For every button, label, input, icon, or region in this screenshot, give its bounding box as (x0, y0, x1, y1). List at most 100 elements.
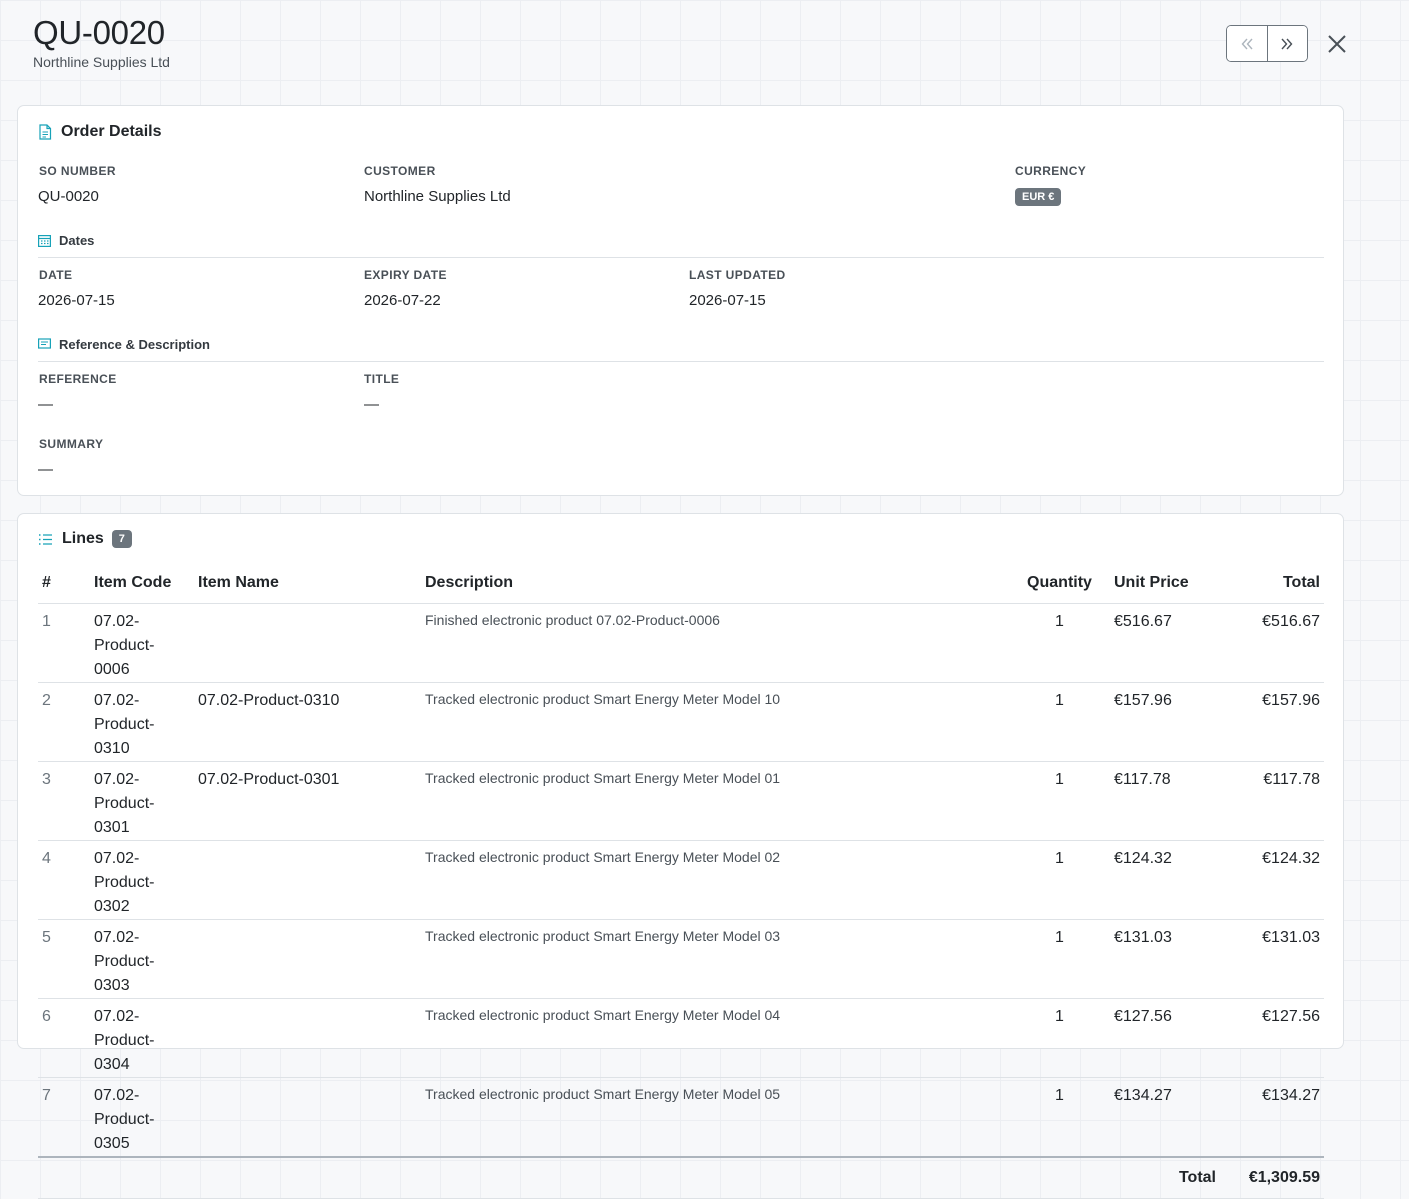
row-number: 6 (38, 998, 90, 1078)
row-item-name (194, 840, 421, 920)
order-details-label: Order Details (61, 123, 162, 140)
lines-table: # Item Code Item Name Description Quanti… (38, 570, 1324, 1199)
column-header-item-name[interactable]: Item Name (194, 570, 421, 604)
lines-card: Lines 7 # Item Code Item Name Descriptio… (17, 513, 1344, 1199)
row-item-name: 07.02-Product-0310 (194, 682, 421, 762)
row-item-code: 07.02- Product-0302 (90, 840, 194, 920)
row-total: €516.67 (1220, 603, 1324, 683)
row-quantity: 1 (1009, 682, 1110, 762)
row-item-code: 07.02- Product-0303 (90, 919, 194, 999)
row-quantity: 1 (1009, 840, 1110, 920)
lines-title: Lines 7 (38, 530, 132, 548)
page-subtitle: Northline Supplies Ltd (33, 54, 170, 70)
table-row[interactable]: 5 07.02- Product-0303 Tracked electronic pr… (38, 919, 1324, 999)
row-number: 4 (38, 840, 90, 920)
table-total-row: Total €1,309.59 (38, 1157, 1324, 1199)
row-item-code: 07.02- Product-0006 (90, 603, 194, 683)
row-item-name (194, 603, 421, 683)
row-unit-price: €124.32 (1110, 840, 1220, 920)
lines-count-badge: 7 (111, 530, 132, 548)
reference-section-header: Reference & Description (38, 337, 1324, 362)
chevrons-left-icon (1241, 38, 1253, 49)
customer-label: CUSTOMER (364, 164, 436, 178)
row-total: €134.27 (1220, 1077, 1324, 1158)
record-nav-group (1226, 25, 1308, 62)
column-header-number[interactable]: # (38, 570, 90, 604)
row-description: Finished electronic product 07.02-Produc… (421, 603, 1009, 683)
row-item-code: 07.02- Product-0304 (90, 998, 194, 1078)
date-label: DATE (39, 268, 73, 282)
row-unit-price: €516.67 (1110, 603, 1220, 683)
date-value: 2026-07-15 (38, 292, 115, 309)
table-row[interactable]: 4 07.02- Product-0302 Tracked electronic pr… (38, 840, 1324, 920)
row-number: 2 (38, 682, 90, 762)
row-number: 7 (38, 1077, 90, 1158)
row-unit-price: €127.56 (1110, 998, 1220, 1078)
close-button[interactable] (1324, 31, 1350, 57)
title-value: — (364, 396, 379, 413)
grand-total-label: Total (1110, 1157, 1220, 1199)
row-total: €117.78 (1220, 761, 1324, 841)
table-header-row: # Item Code Item Name Description Quanti… (38, 570, 1324, 604)
column-header-item-code[interactable]: Item Code (90, 570, 194, 604)
so-number-label: SO NUMBER (39, 164, 116, 178)
grand-total-value: €1,309.59 (1220, 1157, 1324, 1199)
dates-section-header: Dates (38, 233, 1324, 258)
summary-value: — (38, 461, 53, 478)
table-row[interactable]: 1 07.02- Product-0006 Finished electronic p… (38, 603, 1324, 683)
previous-record-button[interactable] (1227, 26, 1267, 61)
customer-value: Northline Supplies Ltd (364, 188, 511, 205)
expiry-date-label: EXPIRY DATE (364, 268, 447, 282)
column-header-quantity[interactable]: Quantity (1009, 570, 1110, 604)
row-unit-price: €134.27 (1110, 1077, 1220, 1158)
column-header-description[interactable]: Description (421, 570, 1009, 604)
row-quantity: 1 (1009, 1077, 1110, 1158)
row-number: 3 (38, 761, 90, 841)
row-number: 5 (38, 919, 90, 999)
so-number-value: QU-0020 (38, 188, 99, 205)
column-header-total[interactable]: Total (1220, 570, 1324, 604)
row-quantity: 1 (1009, 603, 1110, 683)
next-record-button[interactable] (1266, 26, 1307, 61)
row-total: €131.03 (1220, 919, 1324, 999)
row-description: Tracked electronic product Smart Energy … (421, 998, 1009, 1078)
row-description: Tracked electronic product Smart Energy … (421, 1077, 1009, 1158)
row-quantity: 1 (1009, 998, 1110, 1078)
summary-label: SUMMARY (39, 437, 104, 451)
table-row[interactable]: 6 07.02- Product-0304 Tracked electronic pr… (38, 998, 1324, 1078)
row-description: Tracked electronic product Smart Energy … (421, 919, 1009, 999)
column-header-unit-price[interactable]: Unit Price (1110, 570, 1220, 604)
row-unit-price: €157.96 (1110, 682, 1220, 762)
row-total: €124.32 (1220, 840, 1324, 920)
lines-label: Lines (62, 530, 104, 547)
table-row[interactable]: 3 07.02- Product-0301 07.02-Product-0301 Tra… (38, 761, 1324, 841)
reference-label: REFERENCE (39, 372, 117, 386)
table-row[interactable]: 2 07.02- Product-0310 07.02-Product-0310 Tra… (38, 682, 1324, 762)
row-item-name: 07.02-Product-0301 (194, 761, 421, 841)
document-icon (38, 124, 52, 140)
row-total: €127.56 (1220, 998, 1324, 1078)
row-item-name (194, 998, 421, 1078)
list-icon (38, 533, 53, 546)
last-updated-value: 2026-07-15 (689, 292, 766, 309)
title-label: TITLE (364, 372, 400, 386)
expiry-date-value: 2026-07-22 (364, 292, 441, 309)
row-description: Tracked electronic product Smart Energy … (421, 761, 1009, 841)
order-details-card: Order Details SO NUMBER QU-0020 CUSTOMER… (17, 105, 1344, 496)
order-details-title: Order Details (38, 123, 161, 141)
row-quantity: 1 (1009, 919, 1110, 999)
reference-value: — (38, 396, 53, 413)
row-unit-price: €117.78 (1110, 761, 1220, 841)
close-icon (1328, 35, 1346, 53)
row-item-name (194, 919, 421, 999)
row-item-code: 07.02- Product-0310 (90, 682, 194, 762)
row-total: €157.96 (1220, 682, 1324, 762)
row-unit-price: €131.03 (1110, 919, 1220, 999)
row-item-code: 07.02- Product-0301 (90, 761, 194, 841)
currency-badge: EUR € (1015, 188, 1062, 206)
last-updated-label: LAST UPDATED (689, 268, 786, 282)
table-row[interactable]: 7 07.02- Product-0305 Tracked electronic pr… (38, 1077, 1324, 1158)
reference-section-title: Reference & Description (59, 337, 210, 352)
row-item-code: 07.02- Product-0305 (90, 1077, 194, 1158)
row-number: 1 (38, 603, 90, 683)
